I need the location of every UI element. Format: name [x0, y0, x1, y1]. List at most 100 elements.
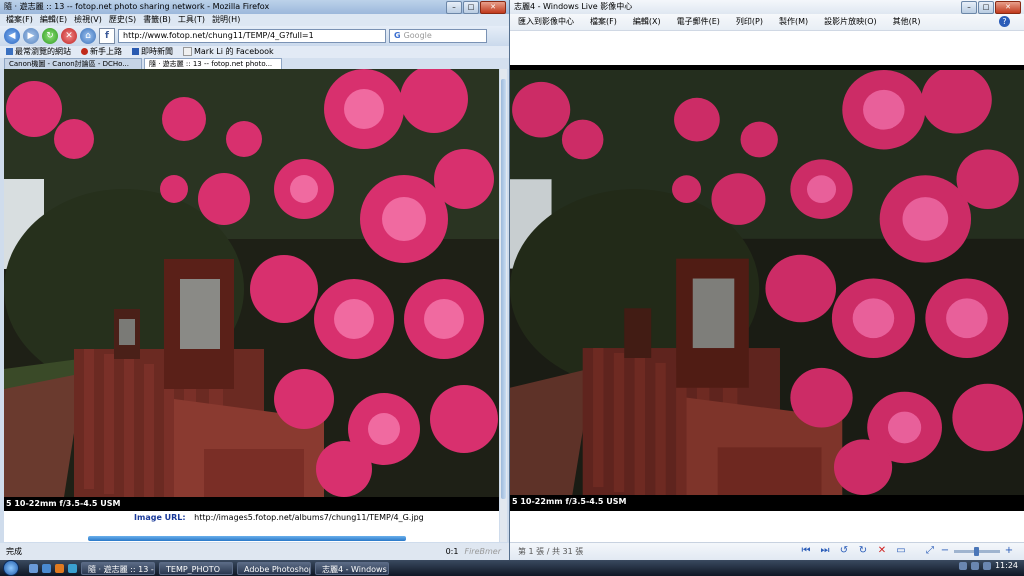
volume-icon[interactable] — [970, 561, 979, 570]
taskbar-photo-gallery[interactable]: 志麗4 - Windows Li... — [315, 561, 389, 575]
bookmark-most-visited[interactable]: 最常瀏覽的網站 — [6, 46, 71, 58]
rss-icon — [132, 48, 139, 55]
vertical-scrollbar[interactable] — [500, 69, 507, 542]
zoom-out-icon[interactable]: − — [939, 545, 951, 557]
navigation-toolbar: ◀ ▶ ↻ ✕ ⌂ f http://www.fotop.net/chung11… — [0, 26, 509, 46]
help-icon[interactable]: ? — [999, 16, 1010, 27]
photo-viewer: 5 10-22mm f/3.5-4.5 USM — [510, 65, 1024, 511]
tab-bar: Canon機圖 - Canon討論區 - DCHo... 隨 · 遊志麗 :: … — [0, 58, 509, 69]
menu-help[interactable]: 說明(H) — [212, 14, 240, 26]
taskbar-photoshop[interactable]: Adobe Photoshop ... — [237, 561, 311, 575]
menu-view[interactable]: 檢視(V) — [74, 14, 102, 26]
firefox-title: 隨 · 遊志麗 :: 13 -- fotop.net photo sharing… — [4, 2, 270, 11]
menu-make[interactable]: 製作(M) — [779, 14, 808, 30]
bookmark-facebook[interactable]: Mark Li 的 Facebook — [183, 46, 274, 58]
search-input[interactable]: G Google — [389, 29, 487, 43]
zoom-slider-knob[interactable] — [974, 546, 979, 556]
photo-graphic — [4, 69, 499, 497]
firefox-window: 隨 · 遊志麗 :: 13 -- fotop.net photo sharing… — [0, 0, 510, 560]
bookmark-news[interactable]: 即時新聞 — [132, 46, 173, 58]
menu-back-to-gallery[interactable]: 匯入到影像中心 — [518, 14, 574, 30]
quick-launch — [29, 563, 77, 573]
page-content: 5 10-22mm f/3.5-4.5 USM Image URL: http:… — [4, 69, 499, 542]
menu-edit[interactable]: 編輯(E) — [40, 14, 67, 26]
photo-graphic — [510, 66, 1024, 495]
firefox-icon[interactable] — [55, 563, 64, 573]
menu-file[interactable]: 檔案(F) — [590, 14, 617, 30]
start-button[interactable] — [3, 560, 19, 576]
taskbar-temp-photo[interactable]: TEMP_PHOTO — [159, 561, 233, 575]
photo-gallery-window: 志麗4 - Windows Live 影像中心 – □ ✕ 匯入到影像中心 檔案… — [510, 0, 1024, 560]
taskbar: 隨 · 遊志麗 :: 13 -- f... TEMP_PHOTO Adobe P… — [0, 560, 1024, 576]
back-button[interactable]: ◀ — [4, 28, 20, 44]
firefox-icon — [81, 48, 88, 55]
image-url-row: Image URL: http://images5.fotop.net/albu… — [4, 511, 499, 525]
image-url-link[interactable]: http://images5.fotop.net/albums7/chung11… — [194, 513, 424, 522]
stop-button[interactable]: ✕ — [61, 28, 77, 44]
close-button[interactable]: ✕ — [995, 1, 1021, 14]
switch-windows-icon[interactable] — [42, 563, 51, 573]
page-icon — [183, 47, 192, 56]
url-input[interactable]: http://www.fotop.net/chung11/TEMP/4_G?fu… — [118, 29, 386, 43]
rotate-right-button[interactable]: ↻ — [857, 545, 869, 557]
horizontal-scrollbar[interactable] — [88, 536, 406, 541]
google-icon: G — [394, 31, 401, 40]
forward-button[interactable]: ▶ — [23, 28, 39, 44]
photo-gallery-titlebar[interactable]: 志麗4 - Windows Live 影像中心 – □ ✕ — [510, 0, 1024, 14]
clock[interactable]: 11:24 — [995, 561, 1018, 570]
status-bar: 完成 0:1 FireBmer — [0, 543, 509, 560]
system-tray: 11:24 — [958, 561, 1018, 570]
photo-caption: 5 10-22mm f/3.5-4.5 USM — [4, 497, 499, 511]
maximize-button[interactable]: □ — [978, 1, 994, 14]
minimize-button[interactable]: – — [961, 1, 977, 14]
delete-button[interactable]: ✕ — [876, 545, 888, 557]
firebug-label[interactable]: FireBmer — [464, 547, 501, 556]
firefox-titlebar[interactable]: 隨 · 遊志麗 :: 13 -- fotop.net photo sharing… — [0, 0, 509, 14]
previous-button[interactable]: ⏮ — [800, 545, 812, 557]
flower-photo — [4, 69, 499, 497]
scrollbar-thumb[interactable] — [501, 79, 506, 499]
menu-file[interactable]: 檔案(F) — [6, 14, 33, 26]
minimize-button[interactable]: – — [446, 1, 462, 14]
page-indicator: 第 1 張 / 共 31 張 — [518, 547, 584, 556]
fit-icon[interactable]: ⤢ — [924, 545, 936, 557]
menu-print[interactable]: 列印(P) — [736, 14, 763, 30]
home-button[interactable]: ⌂ — [80, 28, 96, 44]
bookmark-icon — [6, 48, 13, 55]
slideshow-button[interactable]: ▭ — [895, 545, 907, 557]
menu-email[interactable]: 電子郵件(E) — [677, 14, 720, 30]
menu-fix[interactable]: 編輯(X) — [633, 14, 661, 30]
maximize-button[interactable]: □ — [463, 1, 479, 14]
menu-tools[interactable]: 工具(T) — [178, 14, 205, 26]
show-desktop-icon[interactable] — [29, 563, 38, 573]
photo-gallery-title: 志麗4 - Windows Live 影像中心 — [514, 2, 633, 11]
explorer-icon[interactable] — [68, 563, 77, 573]
taskbar-firefox[interactable]: 隨 · 遊志麗 :: 13 -- f... — [81, 561, 155, 575]
network-icon[interactable] — [958, 561, 967, 570]
flower-photo — [510, 66, 1024, 498]
tab-canon[interactable]: Canon機圖 - Canon討論區 - DCHo... — [4, 58, 142, 69]
status-text: 完成 — [6, 547, 22, 556]
photo-caption: 5 10-22mm f/3.5-4.5 USM — [510, 495, 1024, 509]
bookmarks-toolbar: 最常瀏覽的網站 新手上路 即時新聞 Mark Li 的 Facebook — [0, 46, 509, 58]
menu-history[interactable]: 歷史(S) — [109, 14, 136, 26]
zoom-slider[interactable] — [954, 546, 1000, 556]
zoom-in-icon[interactable]: + — [1003, 545, 1015, 557]
close-button[interactable]: ✕ — [480, 1, 506, 14]
reload-button[interactable]: ↻ — [42, 28, 58, 44]
photo-gallery-controlbar: 第 1 張 / 共 31 張 ⏮ ⏭ ↺ ↻ ✕ ▭ ⤢ − + — [510, 542, 1024, 560]
image-url-label: Image URL: — [134, 513, 186, 522]
tray-app-icon[interactable] — [982, 561, 991, 570]
toolbar-spacer — [510, 31, 1024, 64]
photo-gallery-menubar: 匯入到影像中心 檔案(F) 編輯(X) 電子郵件(E) 列印(P) 製作(M) … — [510, 14, 1024, 31]
tab-fotop[interactable]: 隨 · 遊志麗 :: 13 -- fotop.net photo... — [144, 58, 282, 69]
status-count: 0:1 — [445, 547, 459, 556]
next-button[interactable]: ⏭ — [819, 545, 831, 557]
bookmark-getting-started[interactable]: 新手上路 — [81, 46, 122, 58]
firefox-menubar: 檔案(F) 編輯(E) 檢視(V) 歷史(S) 書籤(B) 工具(T) 說明(H… — [0, 14, 509, 26]
facebook-icon[interactable]: f — [99, 28, 115, 44]
rotate-left-button[interactable]: ↺ — [838, 545, 850, 557]
menu-bookmarks[interactable]: 書籤(B) — [143, 14, 171, 26]
menu-other[interactable]: 其他(R) — [893, 14, 921, 30]
menu-slideshow[interactable]: 設影片放映(O) — [824, 14, 877, 30]
